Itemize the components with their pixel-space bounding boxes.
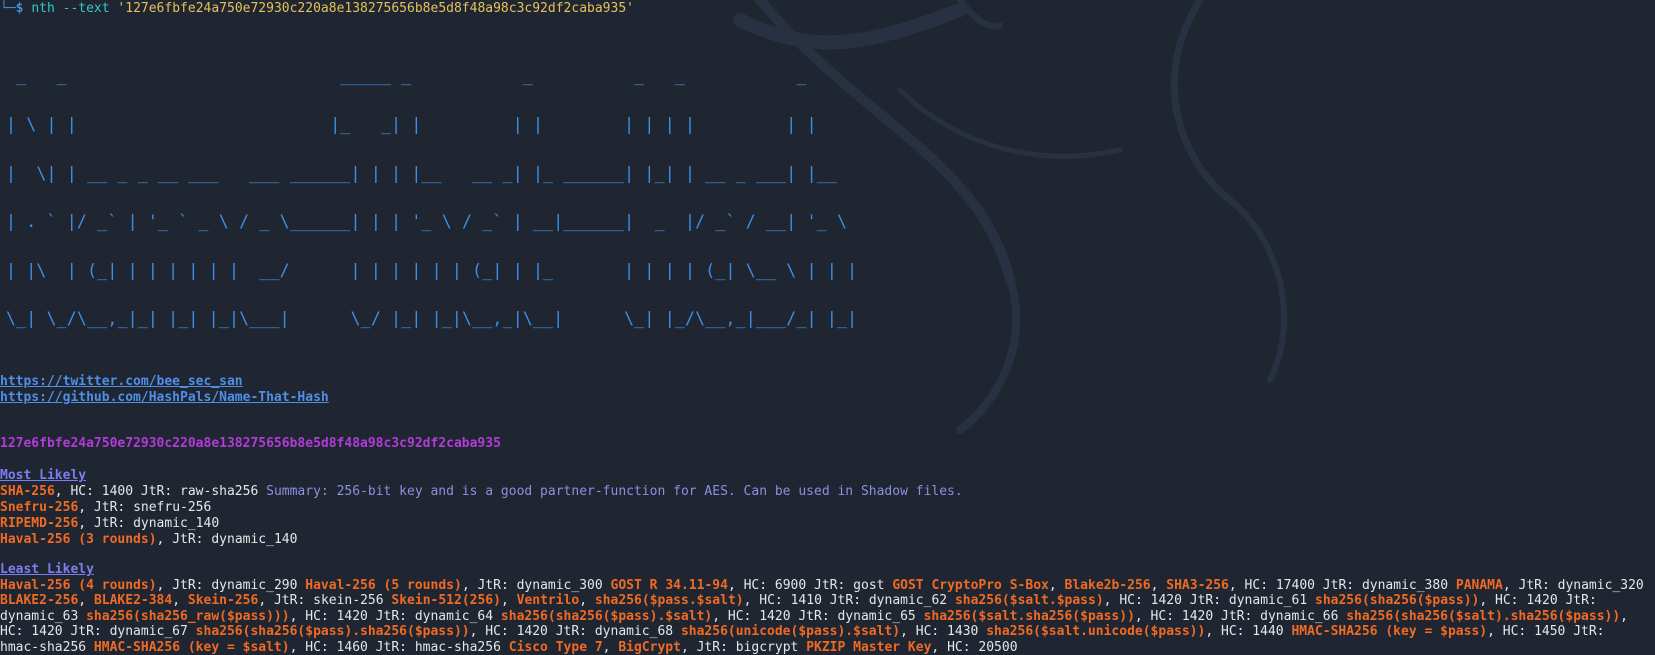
hash-type-name: Blake2b-256 (1064, 578, 1151, 594)
hash-type-name: GOST CryptoPro S-Box (892, 578, 1049, 594)
hash-type-name: Haval-256 (5 rounds) (305, 578, 462, 594)
hash-type-details: , (1048, 578, 1065, 594)
hash-type-name: Ventrilo (516, 593, 580, 609)
hash-type-details: , JtR: dynamic_140 (156, 532, 298, 548)
hash-type-details: , JtR: dynamic_320 (1502, 578, 1644, 594)
hash-type-details: , (172, 593, 188, 609)
hash-type-details: , HC: 1440 (1205, 624, 1292, 640)
input-hash: 127e6fbfe24a750e72930c220a8e138275656b8e… (0, 436, 501, 452)
hash-type-name: sha256($salt.unicode($pass)) (986, 624, 1206, 640)
hash-type-details: , (1150, 578, 1167, 594)
hash-type-details: , HC: 20500 (931, 639, 1018, 655)
hash-type-details: , JtR: dynamic_140 (78, 516, 220, 532)
twitter-link[interactable]: https://twitter.com/bee_sec_san (0, 374, 1655, 390)
hash-type-name: Haval-256 (3 rounds) (0, 532, 157, 548)
hash-type-details: , JtR: bigcrypt (680, 639, 807, 655)
hash-type-name: BLAKE2-256 (0, 593, 79, 609)
hash-type-details: , HC: 1430 (900, 624, 987, 640)
banner-line: _ _ _____ _ _ _ _ _ (6, 66, 858, 86)
hash-type-name: sha256($salt.$pass) (954, 593, 1104, 609)
hash-type-details: , HC: 1420 JtR: dynamic_65 (712, 608, 924, 624)
hash-type-name: BigCrypt (618, 639, 681, 655)
least-likely-heading: Least Likely (0, 562, 94, 578)
hash-type-name: Haval-256 (4 rounds) (0, 578, 157, 594)
least-likely-section: Least Likely Haval-256 (4 rounds), JtR: … (0, 562, 1655, 655)
hash-type-details: , HC: 1420 JtR: dynamic_64 (289, 608, 501, 624)
hash-type-details: , HC: 1420 JtR: dynamic_68 (469, 624, 681, 640)
links-block: https://twitter.com/bee_sec_san https://… (0, 374, 1655, 406)
hash-type-name: PANAMA (1455, 578, 1503, 594)
most-likely-heading: Most Likely (0, 468, 87, 484)
hash-type-details: , JtR: dynamic_290 (156, 578, 306, 594)
hash-type-name: sha256(sha256($pass).$salt) (500, 608, 713, 624)
banner-line: | |\ | (_| | | | | | | __/ | | | | | | (… (6, 260, 858, 280)
hash-type-details: , HC: 1410 JtR: dynamic_62 (743, 593, 955, 609)
hash-type-details: , HC: 1420 JtR: dynamic_66 (1134, 608, 1347, 624)
hash-type-details: , HC: 1460 JtR: hmac-sha256 (289, 639, 509, 655)
hash-type-name: sha256(sha256($pass).sha256($pass)) (195, 624, 470, 640)
terminal-output: └─$ nth --text '127e6fbfe24a750e72930c22… (0, 0, 1655, 655)
banner-line: | \| | __ _ _ __ ___ ___ ______| | | |__… (6, 163, 858, 183)
prompt-dollar: $ (15, 1, 24, 16)
command-name: nth (31, 1, 55, 16)
hash-type-details: , (500, 593, 517, 609)
least-likely-list: Haval-256 (4 rounds), JtR: dynamic_290 H… (0, 578, 1650, 655)
hash-type-name: Cisco Type 7 (508, 639, 603, 655)
hash-type-name: Skein-512(256) (391, 593, 501, 609)
hash-type-name: BLAKE2-384 (93, 593, 173, 609)
most-likely-row: SHA-256, HC: 1400 JtR: raw-sha256 Summar… (0, 484, 1655, 500)
hash-type-details: , HC: 17400 JtR: dynamic_380 (1228, 578, 1456, 594)
most-likely-section: Most Likely SHA-256, HC: 1400 JtR: raw-s… (0, 468, 1655, 548)
hash-type-name: Snefru-256 (0, 500, 79, 516)
hash-type-name: SHA3-256 (1166, 578, 1229, 594)
banner-line: \_| \_/\__,_|_| |_| |_|\___| \_/ |_| |_|… (6, 309, 858, 329)
hash-type-name: sha256(sha256_raw($pass))) (86, 608, 290, 624)
most-likely-row: Haval-256 (3 rounds), JtR: dynamic_140 (0, 532, 1655, 548)
hash-type-details: , HC: 1420 JtR: dynamic_61 (1103, 593, 1315, 609)
command-argument: '127e6fbfe24a750e72930c220a8e138275656b8… (117, 1, 634, 16)
hash-type-details: , JtR: snefru-256 (78, 500, 212, 516)
most-likely-row: Snefru-256, JtR: snefru-256 (0, 500, 1655, 516)
hash-type-name: sha256($salt.sha256($pass)) (923, 608, 1135, 624)
github-link[interactable]: https://github.com/HashPals/Name-That-Ha… (0, 390, 1655, 406)
hash-type-details: , HC: 1400 JtR: raw-sha256 (54, 484, 267, 500)
prompt-line: └─$ nth --text '127e6fbfe24a750e72930c22… (0, 0, 1655, 18)
hash-type-summary: Summary: 256-bit key and is a good partn… (266, 484, 963, 500)
hash-type-name: SHA-256 (0, 484, 55, 500)
hash-type-name: RIPEMD-256 (0, 516, 79, 532)
hash-type-details: , JtR: dynamic_300 (461, 578, 611, 594)
prompt-corner: └─ (0, 1, 16, 16)
hash-type-details: , JtR: skein-256 (258, 593, 392, 609)
command-flag: --text (62, 1, 110, 16)
ascii-banner: _ _ _____ _ _ _ _ _ | \ | | |_ _| | | | … (6, 36, 1655, 360)
hash-type-details: , (602, 639, 619, 655)
hash-type-name: sha256(sha256($salt).sha256($pass)) (1346, 608, 1621, 624)
hash-type-name: sha256(sha256($pass)) (1315, 593, 1480, 609)
hash-type-name: GOST R 34.11-94 (610, 578, 728, 594)
banner-line: | . ` |/ _` | '_ ` _ \ / _ \______| | | … (6, 212, 858, 232)
hash-type-details: , (579, 593, 595, 609)
hash-type-name: sha256(unicode($pass).$salt) (680, 624, 901, 640)
hash-type-details: , (78, 593, 94, 609)
hash-type-name: HMAC-SHA256 (key = $pass) (1291, 624, 1488, 640)
hash-type-name: sha256($pass.$salt) (594, 593, 744, 609)
hash-type-name: HMAC-SHA256 (key = $salt) (93, 639, 290, 655)
hash-type-name: PKZIP Master Key (806, 639, 932, 655)
banner-line: | \ | | |_ _| | | | | | | | | | (6, 115, 858, 135)
hash-type-name: Skein-256 (187, 593, 259, 609)
hash-type-details: , HC: 6900 JtR: gost (727, 578, 893, 594)
most-likely-row: RIPEMD-256, JtR: dynamic_140 (0, 516, 1655, 532)
